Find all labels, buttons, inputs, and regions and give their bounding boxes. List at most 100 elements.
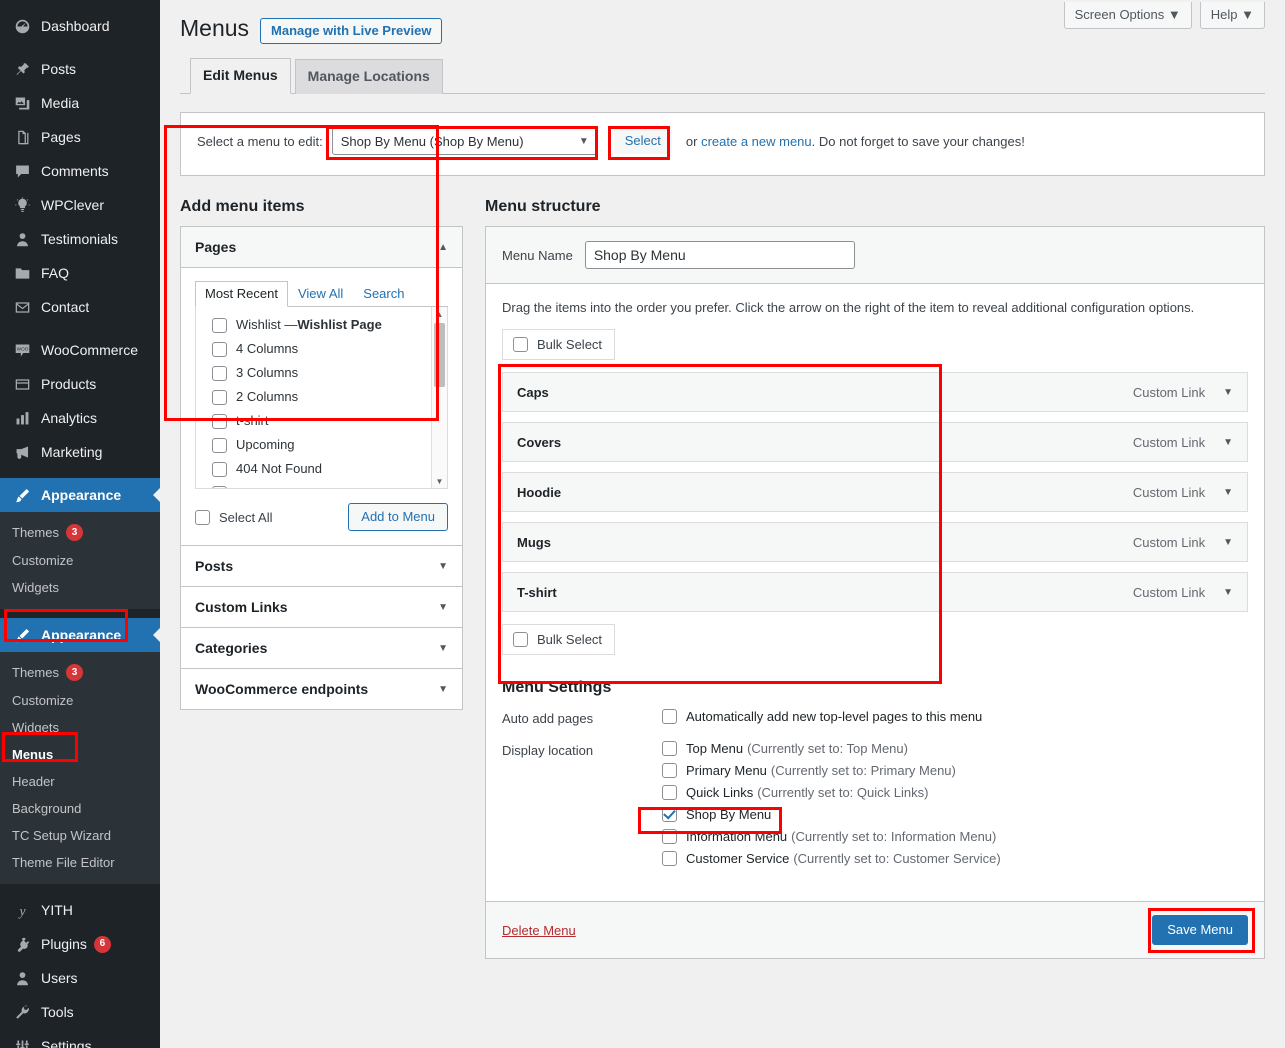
page-item-checkbox[interactable]: [212, 485, 227, 488]
chevron-down-icon[interactable]: ▼: [1223, 387, 1233, 398]
sidebar-item-appearance[interactable]: Appearance: [0, 618, 160, 652]
auto-add-option[interactable]: Automatically add new top-level pages to…: [662, 709, 1248, 724]
delete-menu-link[interactable]: Delete Menu: [502, 923, 576, 938]
sidebar-item-settings[interactable]: Settings: [0, 1029, 160, 1048]
menu-item-row[interactable]: Hoodie Custom Link ▼: [502, 472, 1248, 512]
page-item-checkbox[interactable]: [212, 437, 227, 453]
bulk-select-bottom[interactable]: Bulk Select: [502, 624, 616, 655]
page-list-item[interactable]: Wishlist — Wishlist Page: [196, 313, 447, 337]
location-checkbox[interactable]: [662, 851, 677, 866]
sidebar-item-plugins[interactable]: Plugins 6: [0, 927, 160, 961]
sidebar-subitem-widgets[interactable]: Widgets: [0, 574, 160, 601]
sidebar-item-dashboard[interactable]: Dashboard: [0, 9, 160, 43]
sidebar-item-woocommerce[interactable]: WOO WooCommerce: [0, 333, 160, 367]
add-to-menu-button[interactable]: Add to Menu: [348, 503, 448, 531]
location-option-top-menu[interactable]: Top Menu (Currently set to: Top Menu): [662, 741, 1248, 756]
accordion-header-posts[interactable]: Posts ▼: [181, 546, 462, 586]
scroll-up-icon[interactable]: ▲: [432, 307, 447, 321]
sidebar-item-testimonials[interactable]: Testimonials: [0, 222, 160, 256]
save-menu-button[interactable]: Save Menu: [1152, 915, 1248, 945]
bulk-select-bottom-checkbox[interactable]: [513, 632, 528, 647]
sidebar-item-tools[interactable]: Tools: [0, 995, 160, 1029]
pages-list-scrollbar[interactable]: ▲ ▼: [431, 307, 447, 488]
page-item-checkbox[interactable]: [212, 341, 227, 357]
pages-list[interactable]: Wishlist — Wishlist Page 4 Columns 3 Colum…: [195, 307, 448, 489]
sidebar-item-comments[interactable]: Comments: [0, 154, 160, 188]
sidebar-subitem-menus[interactable]: Menus: [0, 741, 160, 768]
live-preview-button[interactable]: Manage with Live Preview: [260, 18, 443, 44]
accordion-header-woocommerce-endpoints[interactable]: WooCommerce endpoints ▼: [181, 669, 462, 709]
accordion-header-categories[interactable]: Categories ▼: [181, 628, 462, 668]
chevron-down-icon[interactable]: ▼: [1223, 487, 1233, 498]
select-all-wrapper[interactable]: Select All: [195, 509, 272, 525]
page-list-item[interactable]: Upcoming: [196, 433, 447, 457]
sidebar-item-pages[interactable]: Pages: [0, 120, 160, 154]
sidebar-item-posts[interactable]: Posts: [0, 52, 160, 86]
expand-arrow-icon[interactable]: ▼: [438, 643, 448, 654]
sidebar-subitem-header[interactable]: Header: [0, 768, 160, 795]
menu-item-row[interactable]: T-shirt Custom Link ▼: [502, 572, 1248, 612]
page-list-item[interactable]: t-shirt: [196, 409, 447, 433]
bulk-select-top[interactable]: Bulk Select: [502, 329, 616, 360]
sidebar-subitem-widgets[interactable]: Widgets: [0, 714, 160, 741]
page-list-item[interactable]: Contact: [196, 481, 447, 488]
location-option-shop-by-menu[interactable]: Shop By Menu: [662, 807, 1248, 822]
sidebar-item-users[interactable]: Users: [0, 961, 160, 995]
sidebar-item-analytics[interactable]: Analytics: [0, 401, 160, 435]
select-button[interactable]: Select: [613, 128, 672, 154]
sidebar-subitem-themes[interactable]: Themes 3: [0, 518, 160, 547]
sidebar-subitem-theme-file-editor[interactable]: Theme File Editor: [0, 849, 160, 876]
auto-add-checkbox[interactable]: [662, 709, 677, 724]
sidebar-subitem-background[interactable]: Background: [0, 795, 160, 822]
bulk-select-top-checkbox[interactable]: [513, 337, 528, 352]
pages-tab-view-all[interactable]: View All: [288, 281, 353, 307]
sidebar-item-wpclever[interactable]: WPClever: [0, 188, 160, 222]
page-item-checkbox[interactable]: [212, 461, 227, 477]
page-item-checkbox[interactable]: [212, 413, 227, 429]
page-item-checkbox[interactable]: [212, 389, 227, 405]
sidebar-subitem-customize[interactable]: Customize: [0, 547, 160, 574]
page-item-checkbox[interactable]: [212, 365, 227, 381]
chevron-down-icon[interactable]: ▼: [1223, 587, 1233, 598]
sidebar-item-contact[interactable]: Contact: [0, 290, 160, 324]
location-checkbox[interactable]: [662, 785, 677, 800]
page-list-item[interactable]: 404 Not Found: [196, 457, 447, 481]
page-list-item[interactable]: 3 Columns: [196, 361, 447, 385]
accordion-header-custom-links[interactable]: Custom Links ▼: [181, 587, 462, 627]
location-checkbox[interactable]: [662, 829, 677, 844]
menu-item-row[interactable]: Covers Custom Link ▼: [502, 422, 1248, 462]
menu-select-dropdown[interactable]: Shop By Menu (Shop By Menu): [331, 127, 598, 155]
chevron-down-icon[interactable]: ▼: [1223, 437, 1233, 448]
menu-name-input[interactable]: [584, 241, 855, 269]
expand-arrow-icon[interactable]: ▼: [438, 561, 448, 572]
location-option-quick-links[interactable]: Quick Links (Currently set to: Quick Link…: [662, 785, 1248, 800]
page-list-item[interactable]: 4 Columns: [196, 337, 447, 361]
sidebar-item-faq[interactable]: FAQ: [0, 256, 160, 290]
location-checkbox[interactable]: [662, 807, 677, 822]
sidebar-subitem-tc-setup-wizard[interactable]: TC Setup Wizard: [0, 822, 160, 849]
sidebar-subitem-themes[interactable]: Themes 3: [0, 658, 160, 687]
location-option-customer-service[interactable]: Customer Service (Currently set to: Custo…: [662, 851, 1248, 866]
menu-item-row[interactable]: Mugs Custom Link ▼: [502, 522, 1248, 562]
location-checkbox[interactable]: [662, 741, 677, 756]
tab-manage-locations[interactable]: Manage Locations: [294, 59, 443, 94]
sidebar-item-marketing[interactable]: Marketing: [0, 435, 160, 469]
expand-arrow-icon[interactable]: ▼: [438, 602, 448, 613]
pages-tab-most-recent[interactable]: Most Recent: [195, 281, 288, 307]
sidebar-item-yith[interactable]: y YITH: [0, 893, 160, 927]
select-all-checkbox[interactable]: [195, 509, 210, 525]
tab-edit-menus[interactable]: Edit Menus: [190, 58, 291, 94]
scroll-down-icon[interactable]: ▼: [432, 474, 447, 488]
pages-accordion-header[interactable]: Pages ▲: [181, 227, 462, 268]
expand-arrow-icon[interactable]: ▼: [438, 684, 448, 695]
page-list-item[interactable]: 2 Columns: [196, 385, 447, 409]
location-checkbox[interactable]: [662, 763, 677, 778]
scrollbar-thumb[interactable]: [434, 323, 445, 387]
menu-item-row[interactable]: Caps Custom Link ▼: [502, 372, 1248, 412]
help-button[interactable]: Help ▼: [1199, 2, 1265, 29]
collapse-arrow-icon[interactable]: ▲: [438, 242, 448, 253]
location-option-primary-menu[interactable]: Primary Menu (Currently set to: Primary M…: [662, 763, 1248, 778]
sidebar-item-appearance[interactable]: Appearance: [0, 478, 160, 512]
sidebar-item-media[interactable]: Media: [0, 86, 160, 120]
screen-options-button[interactable]: Screen Options ▼: [1063, 2, 1192, 29]
